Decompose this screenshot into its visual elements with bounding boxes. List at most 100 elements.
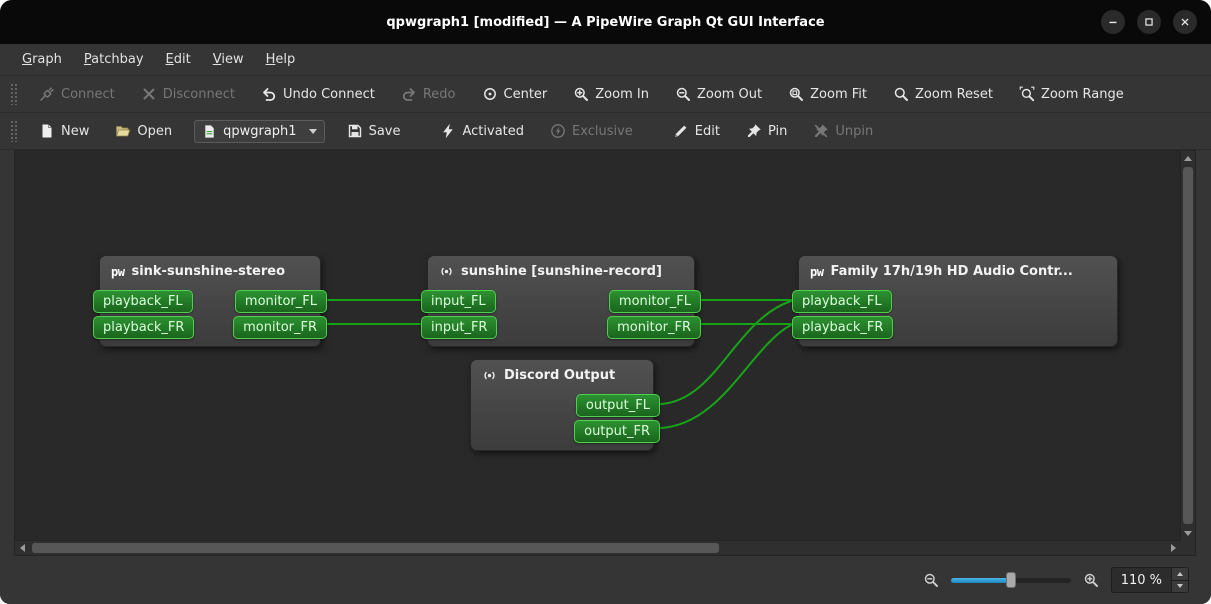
graph-canvas[interactable]: pw sink-sunshine-stereo playback_FL moni…	[15, 151, 1180, 540]
zoom-slider-fill	[951, 578, 1011, 583]
port-input[interactable]: playback_FR	[792, 316, 893, 339]
port-input[interactable]: playback_FR	[93, 316, 194, 339]
port-output[interactable]: monitor_FR	[233, 316, 327, 339]
port-output[interactable]: output_FR	[574, 420, 660, 443]
zoom-step-down-button[interactable]	[1172, 581, 1188, 593]
edit-button[interactable]: Edit	[665, 118, 728, 144]
audio-monitor-icon	[482, 368, 497, 383]
port-input[interactable]: input_FR	[421, 316, 497, 339]
node-header: Discord Output	[471, 365, 653, 391]
node-title: Discord Output	[504, 368, 615, 383]
node-discord-output[interactable]: Discord Output output_FL output_FR	[470, 359, 654, 451]
port-row: playback_FL monitor_FL	[100, 290, 320, 313]
connect-button[interactable]: Connect	[31, 81, 123, 107]
toolbar-drag-handle[interactable]	[10, 120, 17, 142]
menu-graph[interactable]: Graph	[12, 47, 72, 72]
scrollbar-corner	[1180, 540, 1195, 555]
zoom-step-up-button[interactable]	[1172, 568, 1188, 581]
zoom-reset-icon	[893, 86, 909, 102]
menu-help[interactable]: Help	[256, 47, 306, 72]
port-output[interactable]: monitor_FL	[609, 290, 701, 313]
redo-icon	[401, 86, 417, 102]
port-row: playback_FR monitor_FR	[100, 316, 320, 339]
undo-connect-button[interactable]: Undo Connect	[253, 81, 383, 107]
port-row: input_FR monitor_FR	[428, 316, 694, 339]
open-button[interactable]: Open	[107, 118, 180, 144]
unpin-button[interactable]: Unpin	[805, 118, 881, 144]
center-icon	[482, 86, 498, 102]
toolbar-patchbay: New Open qpwgraph1 Save	[0, 113, 1211, 150]
node-sink-sunshine-stereo[interactable]: pw sink-sunshine-stereo playback_FL moni…	[99, 255, 321, 347]
port-row: playback_FR	[799, 316, 1117, 339]
close-button[interactable]	[1173, 10, 1197, 34]
zoom-out-icon	[675, 86, 691, 102]
unpin-label: Unpin	[835, 124, 873, 139]
vertical-scroll-handle[interactable]	[1183, 167, 1193, 524]
pin-button[interactable]: Pin	[738, 118, 795, 144]
graph-canvas-frame: pw sink-sunshine-stereo playback_FL moni…	[14, 150, 1196, 556]
titlebar[interactable]: qpwgraph1 [modified] — A PipeWire Graph …	[0, 0, 1211, 44]
audio-monitor-icon	[439, 264, 454, 279]
port-output[interactable]: output_FL	[576, 394, 660, 417]
port-input[interactable]: input_FL	[421, 290, 496, 313]
zoom-out-icon[interactable]	[923, 572, 939, 588]
window-title: qpwgraph1 [modified] — A PipeWire Graph …	[386, 15, 824, 30]
node-sunshine[interactable]: sunshine [sunshine-record] input_FL moni…	[427, 255, 695, 347]
arrow-up-icon	[1177, 572, 1183, 576]
horizontal-scroll-handle[interactable]	[32, 543, 719, 553]
menubar: Graph Patchbay Edit View Help	[0, 44, 1211, 76]
zoom-reset-button[interactable]: Zoom Reset	[885, 81, 1001, 107]
scroll-right-button[interactable]	[1166, 541, 1180, 555]
center-label: Center	[504, 87, 548, 102]
port-row: output_FR	[471, 420, 653, 443]
zoom-value[interactable]: 110 %	[1112, 568, 1171, 592]
redo-button[interactable]: Redo	[393, 81, 464, 107]
new-button[interactable]: New	[31, 118, 97, 144]
minimize-button[interactable]	[1101, 10, 1125, 34]
zoom-out-button[interactable]: Zoom Out	[667, 81, 770, 107]
zoom-in-icon	[573, 86, 589, 102]
app-window: qpwgraph1 [modified] — A PipeWire Graph …	[0, 0, 1211, 604]
scroll-left-button[interactable]	[15, 541, 29, 555]
horizontal-scrollbar[interactable]	[15, 540, 1180, 555]
save-button[interactable]: Save	[339, 118, 409, 144]
exclusive-button[interactable]: Exclusive	[542, 118, 641, 144]
center-button[interactable]: Center	[474, 81, 556, 107]
patchbay-combo[interactable]: qpwgraph1	[194, 120, 324, 143]
zoom-fit-label: Zoom Fit	[810, 87, 867, 102]
node-family-hd-audio[interactable]: pw Family 17h/19h HD Audio Contr... play…	[798, 255, 1118, 347]
chevron-down-icon	[309, 129, 317, 134]
zoom-slider[interactable]	[951, 571, 1071, 589]
activated-button[interactable]: Activated	[432, 118, 532, 144]
menu-view[interactable]: View	[203, 47, 254, 72]
close-icon	[1178, 15, 1192, 29]
pipewire-icon: pw	[111, 265, 124, 279]
disconnect-button[interactable]: Disconnect	[133, 81, 243, 107]
activated-label: Activated	[462, 124, 524, 139]
toolbar-drag-handle[interactable]	[10, 83, 17, 105]
vertical-scrollbar[interactable]	[1180, 151, 1195, 540]
zoom-fit-button[interactable]: Zoom Fit	[780, 81, 875, 107]
node-title: Family 17h/19h HD Audio Contr...	[830, 264, 1072, 279]
zoom-reset-label: Zoom Reset	[915, 87, 993, 102]
scroll-up-button[interactable]	[1181, 151, 1195, 165]
node-header: pw Family 17h/19h HD Audio Contr...	[799, 261, 1117, 287]
maximize-button[interactable]	[1137, 10, 1161, 34]
menu-edit[interactable]: Edit	[156, 47, 201, 72]
zoom-in-icon[interactable]	[1083, 572, 1099, 588]
arrow-right-icon	[1171, 544, 1176, 552]
menu-patchbay[interactable]: Patchbay	[74, 47, 154, 72]
port-input[interactable]: playback_FL	[792, 290, 892, 313]
port-input[interactable]: playback_FL	[93, 290, 193, 313]
zoom-in-button[interactable]: Zoom In	[565, 81, 657, 107]
activated-icon	[440, 123, 456, 139]
port-output[interactable]: monitor_FR	[607, 316, 701, 339]
zoom-range-button[interactable]: Zoom Range	[1011, 81, 1132, 107]
port-output[interactable]: monitor_FL	[235, 290, 327, 313]
zoom-range-icon	[1019, 86, 1035, 102]
zoom-slider-handle[interactable]	[1006, 572, 1016, 588]
save-label: Save	[369, 124, 401, 139]
open-label: Open	[137, 124, 172, 139]
scroll-down-button[interactable]	[1181, 526, 1195, 540]
patchbay-file-icon	[202, 124, 217, 139]
